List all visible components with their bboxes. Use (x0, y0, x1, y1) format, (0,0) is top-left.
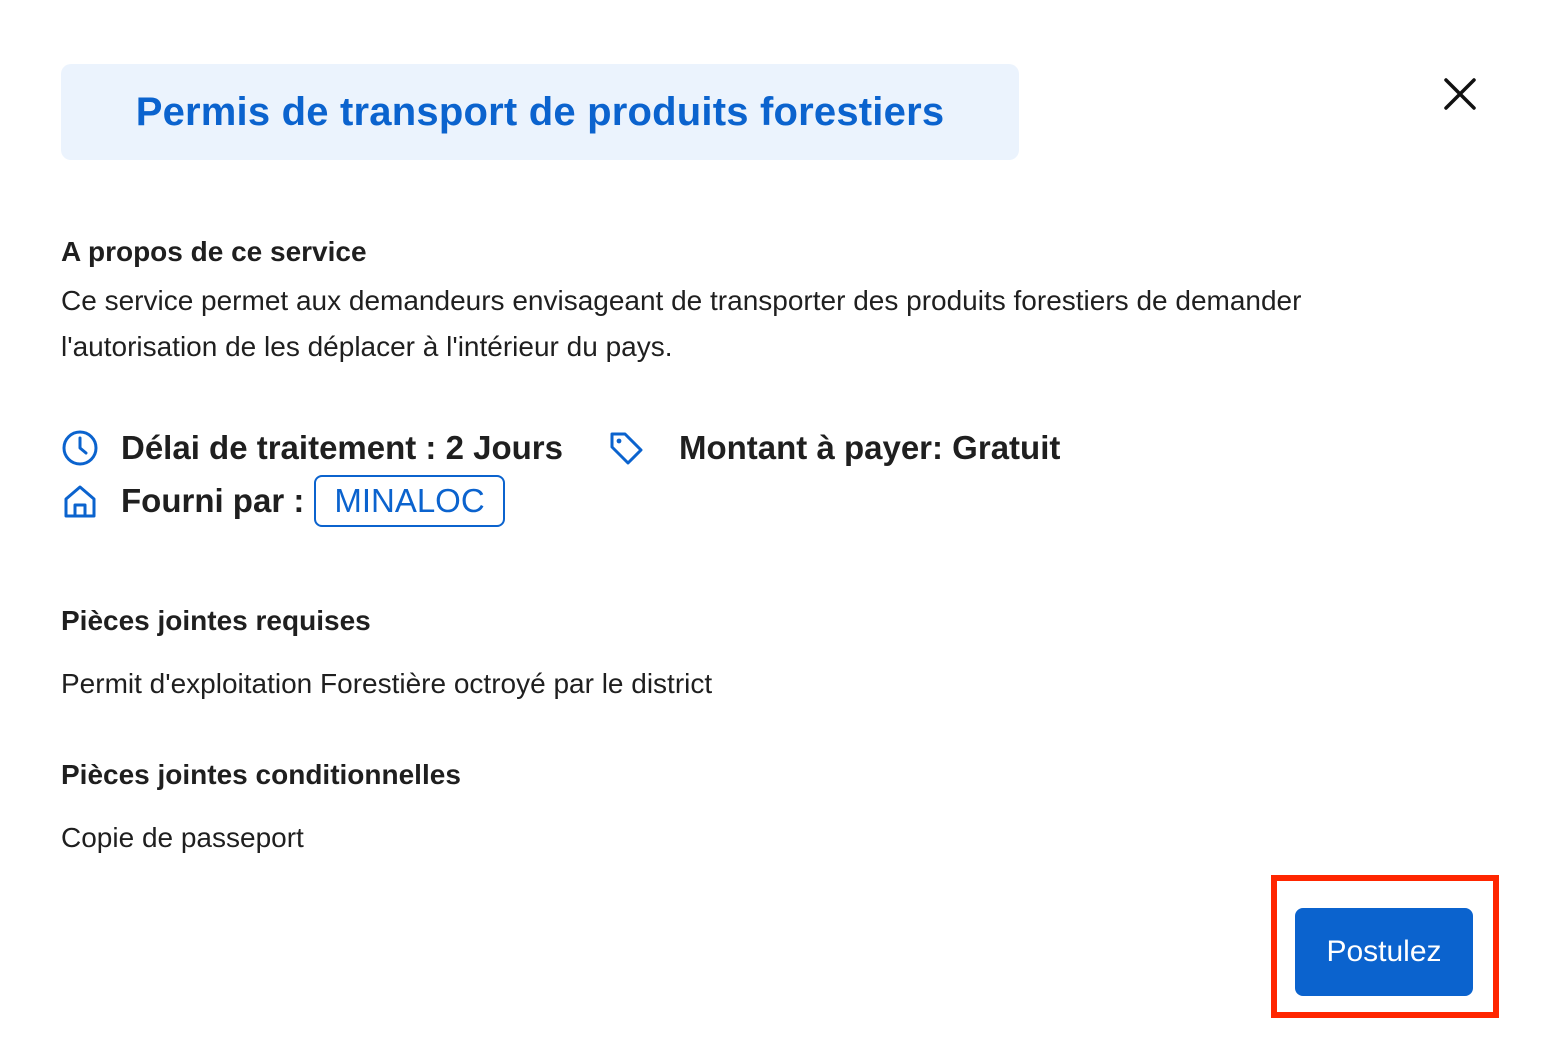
tag-icon (607, 429, 645, 467)
info-row-provider: Fourni par : MINALOC (61, 475, 505, 527)
page-title: Permis de transport de produits forestie… (135, 89, 945, 134)
apply-button[interactable]: Postulez (1295, 908, 1473, 996)
required-attachments-heading: Pièces jointes requises (61, 605, 371, 636)
about-heading: A propos de ce service (61, 236, 367, 267)
conditional-attachments-heading: Pièces jointes conditionnelles (61, 759, 461, 790)
service-modal: Permis de transport de produits forestie… (0, 0, 1542, 1047)
close-button[interactable] (1436, 70, 1484, 118)
required-attachment-item: Permit d'exploitation Forestière octroyé… (61, 668, 713, 699)
clock-icon (61, 429, 99, 467)
info-row-timing: Délai de traitement : 2 Jours Montant à … (61, 424, 1060, 472)
title-banner: Permis de transport de produits forestie… (61, 64, 1019, 160)
processing-time: Délai de traitement : 2 Jours (121, 429, 563, 466)
about-description: Ce service permet aux demandeurs envisag… (61, 285, 1302, 362)
conditional-attachment-item: Copie de passeport (61, 822, 304, 853)
amount-to-pay: Montant à payer: Gratuit (678, 429, 1061, 466)
provider-badge[interactable]: MINALOC (314, 475, 505, 527)
home-icon (61, 482, 99, 520)
close-icon (1444, 78, 1476, 110)
provider-label: Fourni par : (121, 482, 305, 519)
